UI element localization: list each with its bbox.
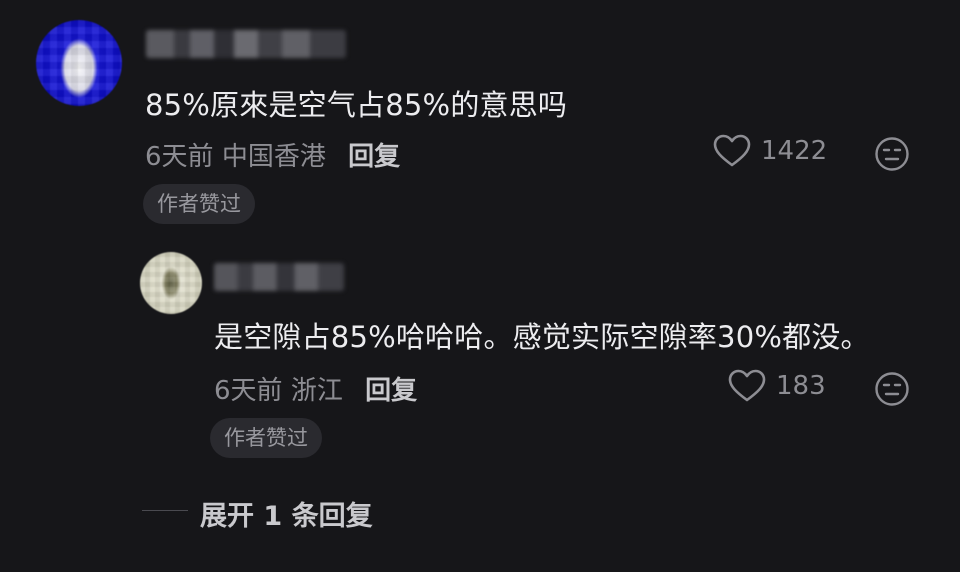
reply-username-redacted[interactable] (214, 263, 344, 291)
reply-avatar[interactable] (140, 252, 202, 314)
comment-thread: 85%原來是空气占85%的意思吗 6天前 中国香港 回复 1422 作者赞过 是… (0, 0, 960, 572)
reply-text: 是空隙占85%哈哈哈。感觉实际空隙率30%都没。 (214, 320, 870, 354)
author-liked-badge: 作者赞过 (143, 184, 255, 224)
dislike-icon[interactable] (874, 371, 910, 411)
expand-divider (142, 510, 188, 511)
comment-time: 6天前 (145, 142, 214, 172)
expand-replies-button[interactable]: 展开 1 条回复 (200, 494, 373, 533)
heart-icon (713, 134, 751, 168)
reply-author-liked-badge: 作者赞过 (210, 418, 322, 458)
reply-like-count: 183 (776, 371, 826, 401)
reply-button[interactable]: 回复 (348, 142, 400, 172)
reply-location: 浙江 (290, 376, 343, 406)
like-count: 1422 (761, 136, 828, 166)
comment-meta: 6天前 中国香港 回复 (145, 136, 400, 173)
username-redacted[interactable] (146, 30, 346, 58)
reply-meta: 6天前 浙江 回复 (214, 370, 417, 407)
avatar[interactable] (36, 20, 122, 106)
heart-icon (728, 369, 766, 403)
reply-time: 6天前 (214, 376, 283, 406)
reply-reply-button[interactable]: 回复 (365, 376, 417, 406)
comment-text: 85%原來是空气占85%的意思吗 (145, 88, 568, 122)
comment-location: 中国香港 (221, 142, 326, 172)
reply-like-button[interactable]: 183 (728, 369, 826, 403)
dislike-icon[interactable] (874, 136, 910, 176)
like-button[interactable]: 1422 (713, 134, 827, 168)
